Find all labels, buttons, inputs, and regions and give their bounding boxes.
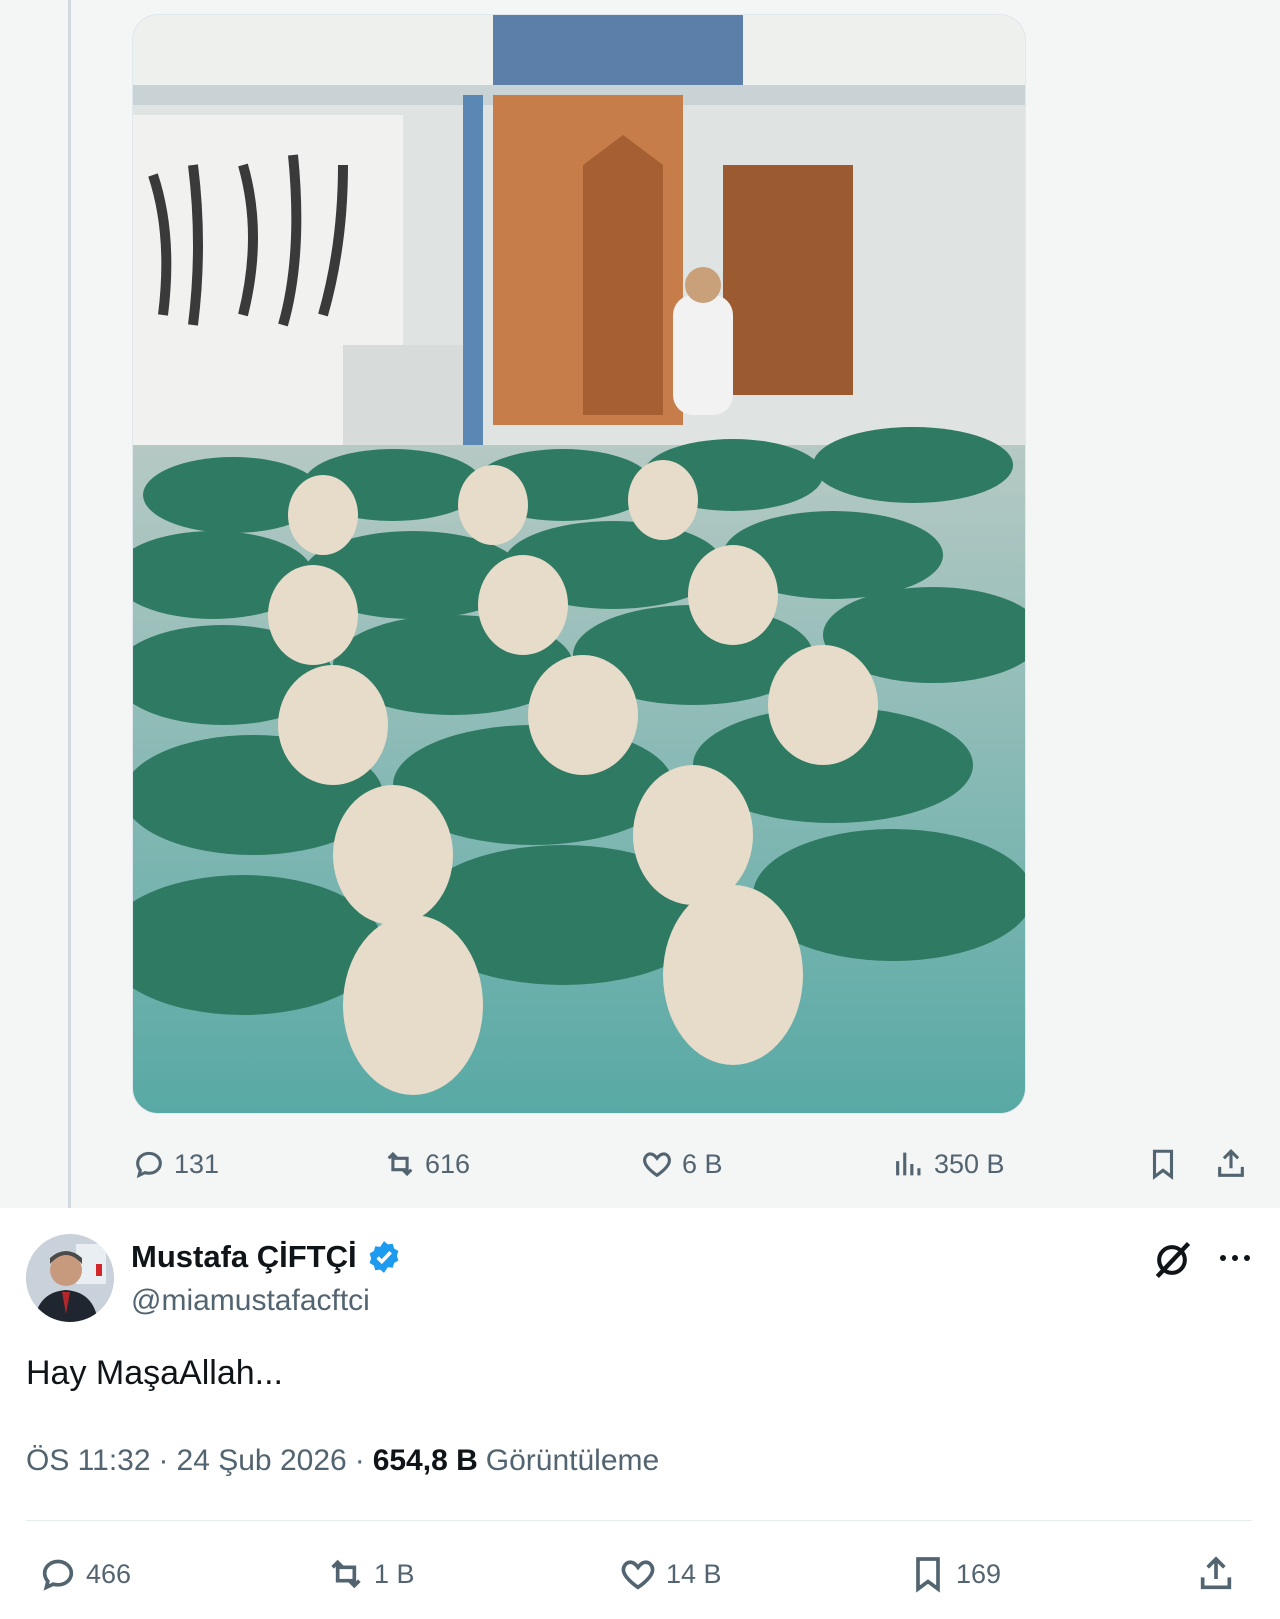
more-icon-dot — [1232, 1255, 1238, 1261]
more-icon-dot — [1220, 1255, 1226, 1261]
repost-count: 1 B — [374, 1558, 415, 1589]
like-button[interactable]: 6 B — [640, 1147, 723, 1181]
post-date[interactable]: 24 Şub 2026 — [177, 1444, 347, 1478]
bookmark-button[interactable]: 169 — [908, 1554, 1001, 1594]
heart-icon — [621, 1560, 655, 1590]
share-button[interactable] — [1214, 1147, 1248, 1181]
post-meta: ÖS 11:32 · 24 Şub 2026 · 654,8 B Görüntü… — [26, 1444, 659, 1478]
author-name[interactable]: Mustafa ÇİFTÇİ — [131, 1239, 357, 1275]
grok-button[interactable] — [1150, 1238, 1194, 1282]
grok-icon — [1155, 1241, 1191, 1279]
verified-badge-icon — [365, 1238, 403, 1276]
bookmark-count: 169 — [956, 1558, 1002, 1589]
repost-button[interactable]: 616 — [383, 1147, 470, 1181]
meta-separator: · — [354, 1444, 365, 1477]
reply-button[interactable]: 466 — [38, 1554, 131, 1594]
reply-icon — [42, 1559, 74, 1591]
author-name-row: Mustafa ÇİFTÇİ — [131, 1238, 403, 1276]
repost-count: 616 — [425, 1148, 471, 1179]
reply-icon — [136, 1151, 162, 1179]
heart-icon — [643, 1152, 671, 1178]
repost-icon — [331, 1559, 361, 1589]
repost-icon — [387, 1151, 413, 1177]
post-video[interactable] — [132, 14, 1026, 1114]
share-button[interactable] — [1196, 1554, 1236, 1594]
like-count: 14 B — [666, 1558, 722, 1589]
bookmark-icon — [1152, 1149, 1174, 1180]
views-button[interactable]: 350 B — [892, 1147, 1005, 1181]
share-icon — [1218, 1149, 1244, 1177]
divider — [26, 1520, 1252, 1521]
more-options-button[interactable] — [1212, 1238, 1258, 1278]
mosque-prayer-scene — [133, 15, 1025, 1113]
more-icon-dot — [1244, 1255, 1250, 1261]
like-count: 6 B — [682, 1148, 723, 1179]
reply-count: 466 — [86, 1558, 132, 1589]
reply-button[interactable]: 131 — [132, 1147, 219, 1181]
profile-photo — [26, 1234, 114, 1322]
bookmark-button[interactable] — [1146, 1147, 1180, 1181]
main-post: Mustafa ÇİFTÇİ @miamustafacftci Hay Maşa… — [0, 1208, 1280, 1619]
post-time[interactable]: ÖS 11:32 — [26, 1444, 151, 1478]
author-handle[interactable]: @miamustafacftci — [131, 1284, 370, 1318]
post-text: Hay MaşaAllah... — [26, 1354, 283, 1392]
share-icon — [1200, 1556, 1232, 1590]
views-value: 654,8 B — [372, 1444, 478, 1477]
meta-separator: · — [158, 1444, 169, 1477]
bookmark-icon — [916, 1557, 940, 1593]
repost-button[interactable]: 1 B — [326, 1554, 415, 1594]
views-label: Görüntüleme — [485, 1444, 660, 1477]
view-count: 350 B — [934, 1148, 1005, 1179]
like-button[interactable]: 14 B — [618, 1554, 722, 1594]
thread-connector-line — [68, 0, 71, 1222]
reply-count: 131 — [174, 1148, 220, 1179]
avatar[interactable] — [26, 1234, 114, 1322]
analytics-icon — [896, 1152, 921, 1176]
